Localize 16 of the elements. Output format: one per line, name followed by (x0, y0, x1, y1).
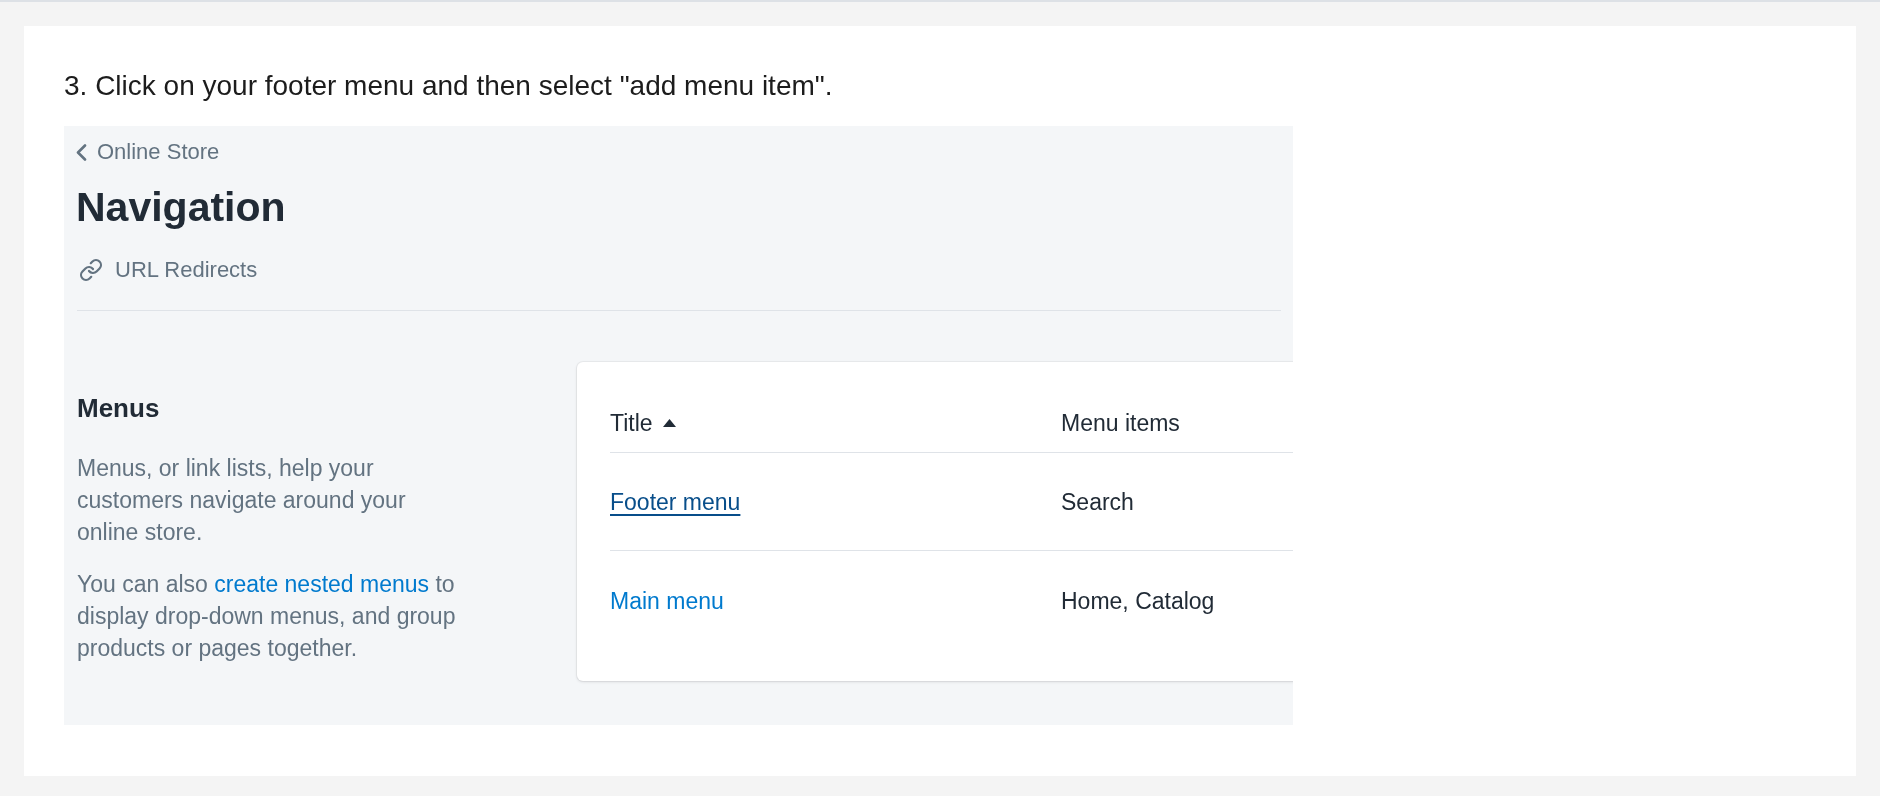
menu-items-text: Search (1061, 487, 1134, 516)
menu-items-text: Home, Catalog (1061, 587, 1215, 615)
section-heading: Menus (77, 392, 160, 424)
menu-title-link[interactable]: Main menu (610, 587, 724, 615)
instruction-text: 3. Click on your footer menu and then select "add menu item". (64, 69, 833, 103)
menu-title-link[interactable]: Footer menu (610, 487, 741, 516)
chevron-left-icon (76, 143, 87, 161)
url-redirects-link[interactable]: URL Redirects (79, 256, 258, 284)
link-icon (79, 258, 103, 282)
nested-menus-link[interactable]: create nested menus (214, 571, 430, 597)
section-description: Menus, or link lists, help your customers navigate around your online store. (77, 454, 407, 547)
page-title: Navigation (76, 183, 286, 231)
column-header: Menu items (1061, 408, 1180, 437)
breadcrumb-link[interactable]: Online Store (76, 138, 220, 166)
section-description: You can also create nested menus to display drop-down menus, and group products or pages together. (77, 570, 457, 663)
column-header[interactable]: Title (610, 408, 676, 437)
